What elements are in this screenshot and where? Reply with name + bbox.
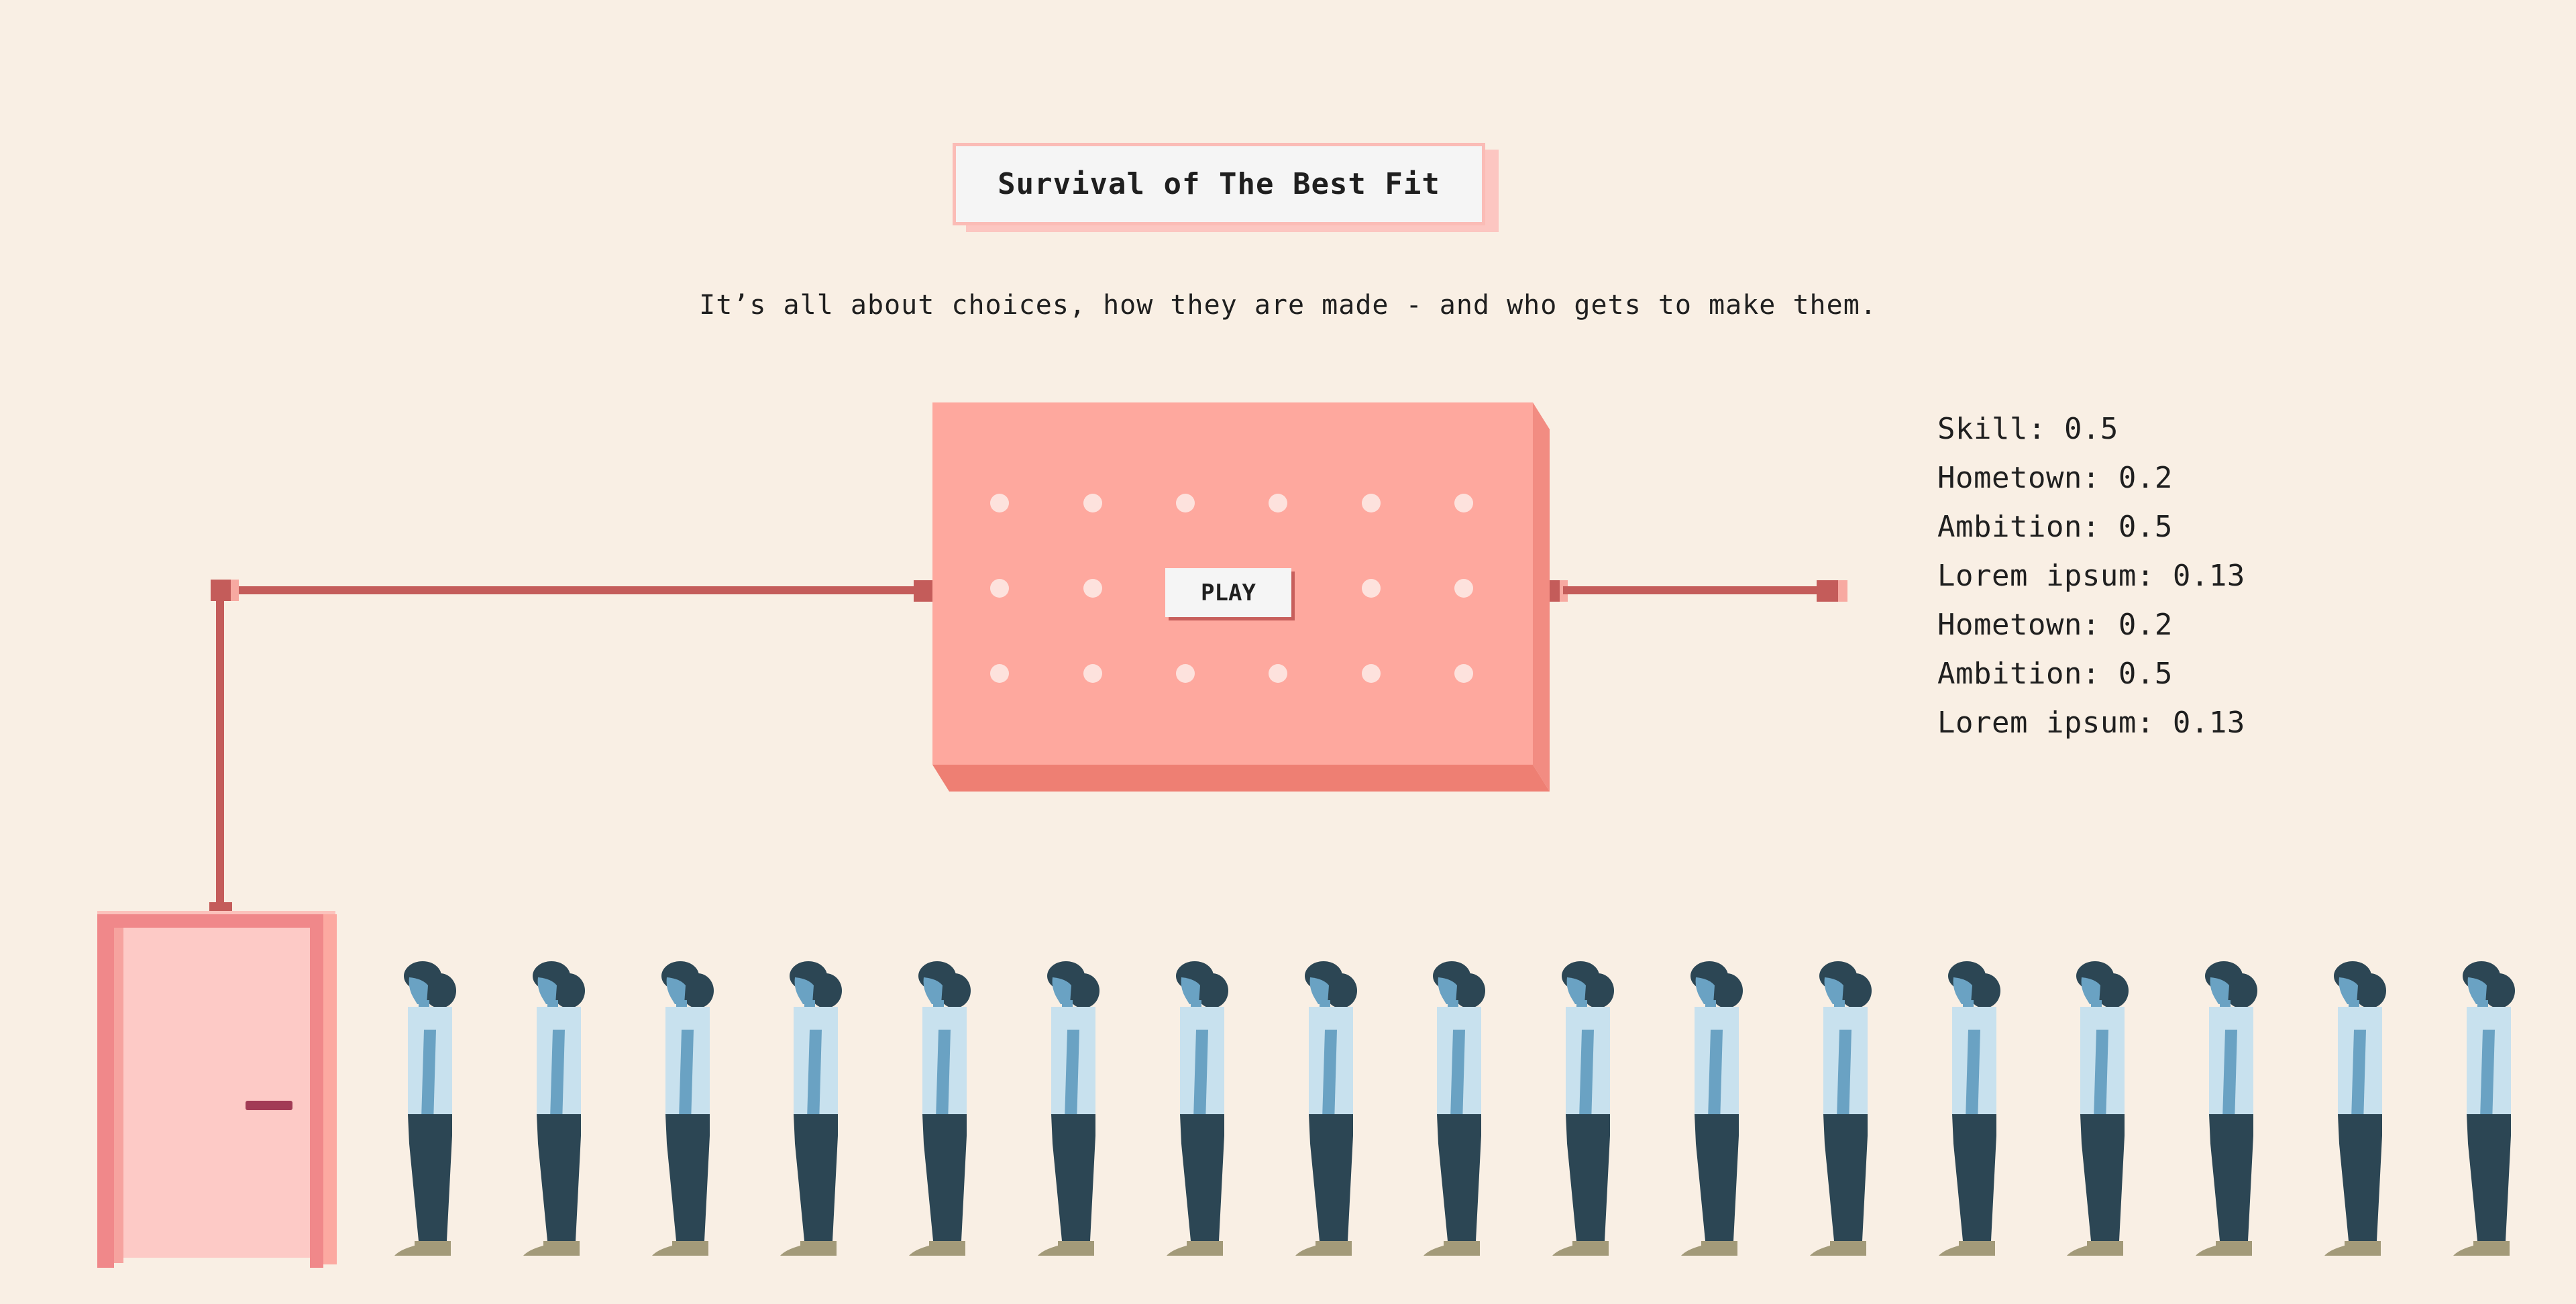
pipe-corner-joint <box>211 580 231 601</box>
machine-light <box>1454 494 1473 512</box>
pipe-end-joint <box>1817 580 1838 602</box>
game-title: Survival of The Best Fit <box>998 167 1440 201</box>
candidate-person[interactable] <box>1938 956 2012 1258</box>
machine-light <box>1269 494 1287 512</box>
stat-line: Hometown: 0.2 <box>1937 461 2173 495</box>
machine-light <box>1362 579 1381 598</box>
machine-light <box>990 494 1009 512</box>
machine-light <box>990 664 1009 683</box>
person-icon <box>1295 961 1357 1256</box>
machine-side <box>1533 402 1550 792</box>
pipe-machine-inlet <box>914 580 934 602</box>
pipe-corner-joint-shade <box>231 580 239 601</box>
door-frame-right <box>310 922 323 1268</box>
machine-light <box>1362 494 1381 512</box>
stat-line: Ambition: 0.5 <box>1937 510 2173 544</box>
stat-line: Lorem ipsum: 0.13 <box>1937 706 2245 740</box>
person-icon <box>1038 961 1099 1256</box>
person-icon <box>2324 961 2386 1256</box>
person-icon <box>2067 961 2129 1256</box>
person-icon <box>651 961 714 1256</box>
candidate-person[interactable] <box>1424 956 1497 1258</box>
machine-light <box>1176 494 1195 512</box>
person-icon <box>909 961 971 1256</box>
machine-light <box>1362 664 1381 683</box>
door-frame-top <box>97 914 335 928</box>
person-icon <box>2196 961 2258 1256</box>
candidate-person[interactable] <box>780 956 854 1258</box>
machine-light <box>1083 664 1102 683</box>
person-icon <box>1552 961 1615 1256</box>
door-frame-side <box>323 914 337 1264</box>
candidate-stats: Skill: 0.5 Hometown: 0.2 Ambition: 0.5 L… <box>1937 404 2245 747</box>
candidate-person[interactable] <box>1166 956 1240 1258</box>
machine-light <box>1083 579 1102 598</box>
machine-bottom <box>932 765 1550 792</box>
door-handle <box>246 1101 292 1110</box>
candidate-person[interactable] <box>394 956 468 1258</box>
machine-light <box>1454 664 1473 683</box>
pipe-vertical <box>216 590 224 906</box>
person-icon <box>1166 961 1228 1256</box>
person-icon <box>1424 961 1486 1256</box>
machine-light <box>1454 579 1473 598</box>
stat-line: Hometown: 0.2 <box>1937 608 2173 642</box>
machine-light <box>1083 494 1102 512</box>
candidate-person[interactable] <box>1552 956 1626 1258</box>
person-icon <box>523 961 585 1256</box>
person-icon <box>1681 961 1743 1256</box>
stat-line: Lorem ipsum: 0.13 <box>1937 559 2245 593</box>
person-icon <box>394 961 456 1256</box>
door-panel <box>123 928 310 1258</box>
door-frame-left <box>97 922 114 1268</box>
person-icon <box>1938 961 2000 1256</box>
pipe-right-horizontal <box>1563 586 1821 594</box>
candidate-person[interactable] <box>523 956 597 1258</box>
pipe-left-horizontal <box>216 586 920 594</box>
person-icon <box>1809 961 1872 1256</box>
candidate-person[interactable] <box>651 956 726 1258</box>
candidate-person[interactable] <box>2196 956 2269 1258</box>
door-frame-inner <box>114 928 123 1263</box>
person-icon <box>2453 961 2515 1256</box>
person-icon <box>780 961 843 1256</box>
stat-line: Skill: 0.5 <box>1937 412 2118 446</box>
machine-light <box>1269 664 1287 683</box>
candidate-person[interactable] <box>1809 956 1884 1258</box>
candidate-person[interactable] <box>1295 956 1369 1258</box>
machine-light <box>1176 664 1195 683</box>
pipe-end-joint-shade <box>1838 580 1847 602</box>
play-button[interactable]: PLAY <box>1165 568 1291 617</box>
candidate-person[interactable] <box>1038 956 1112 1258</box>
subtitle: It’s all about choices, how they are mad… <box>699 290 1877 321</box>
candidate-person[interactable] <box>2324 956 2398 1258</box>
candidate-person[interactable] <box>1681 956 1755 1258</box>
machine-light <box>990 579 1009 598</box>
candidate-person[interactable] <box>2067 956 2141 1258</box>
title-card: Survival of The Best Fit <box>953 143 1485 225</box>
candidate-person[interactable] <box>2453 956 2527 1258</box>
candidate-person[interactable] <box>909 956 983 1258</box>
stat-line: Ambition: 0.5 <box>1937 657 2173 691</box>
